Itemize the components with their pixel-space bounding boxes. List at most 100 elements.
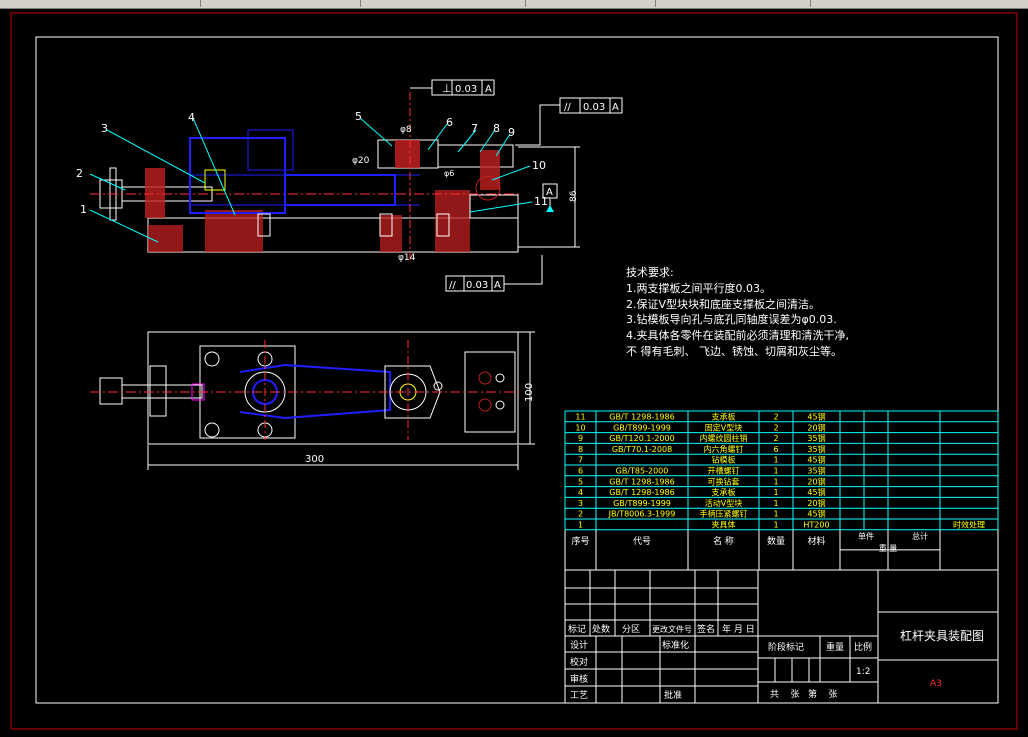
bom-cell-name: 夹具体 (712, 520, 736, 530)
dim-300: 300 (305, 454, 324, 465)
bom-cell-qty: 1 (773, 521, 778, 530)
notes-line: 2.保证V型块块和底座支撑板之间清洁。 (626, 297, 821, 311)
bom-header-code: 代号 (633, 536, 651, 547)
svg-text:4: 4 (188, 111, 195, 124)
gdt-parallel-top: // 0.03 A (515, 97, 623, 146)
toolbar-segment[interactable] (60, 0, 201, 7)
svg-text://: // (564, 102, 571, 113)
svg-text:6: 6 (446, 116, 453, 129)
notes-line: 1.两支撑板之间平行度0.03。 (626, 281, 771, 295)
svg-text:A: A (485, 84, 492, 95)
bom-table: 11 GB/T 1298-1986 支承板 2 45钢10 GB/T899-1999 固定V… (564, 410, 999, 571)
svg-text:0.03: 0.03 (455, 84, 477, 95)
bom-cell-mat: 45钢 (807, 509, 825, 519)
svg-text:校对: 校对 (570, 656, 588, 668)
bom-cell-mat: 20钢 (807, 498, 825, 508)
bom-cell-no: 9 (578, 434, 583, 443)
svg-text:设计: 设计 (570, 639, 588, 651)
svg-text:杠杆夹具装配图: 杠杆夹具装配图 (900, 628, 984, 643)
bom-cell-code: GB/T70.1-2008 (612, 445, 672, 454)
bom-cell-no: 3 (578, 499, 583, 508)
technical-notes: 技术要求: 1.两支撑板之间平行度0.03。 2.保证V型块块和底座支撑板之间清… (626, 265, 849, 360)
svg-text:比例: 比例 (854, 641, 872, 653)
svg-text:A: A (494, 280, 501, 291)
bom-cell-code: GB/T120.1-2000 (609, 434, 674, 443)
svg-text:A3: A3 (930, 679, 942, 689)
svg-text:3: 3 (101, 122, 108, 135)
svg-text:审核: 审核 (570, 673, 588, 685)
dim-86: 86 (569, 190, 579, 202)
bom-cell-no: 2 (578, 510, 583, 519)
bom-header-mat: 材料 (807, 535, 825, 547)
notes-line: 3.钻模板导向孔与底孔同轴度误差为φ0.03. (626, 313, 837, 327)
title-block-text: 标记 处数 分区 更改文件号 签名 年 月 日 设计 标准化 校对 审核 工艺 … (568, 623, 984, 701)
bom-cell-code: JB/T8006.3-1999 (608, 510, 676, 519)
toolbar-segment[interactable] (530, 0, 656, 7)
bom-header-no: 序号 (571, 535, 589, 547)
svg-text:年 月 日: 年 月 日 (722, 623, 755, 635)
bom-cell-mat: HT200 (803, 521, 829, 530)
bom-cell-note: 时效处理 (953, 520, 985, 530)
front-view (90, 92, 520, 262)
bom-cell-code: GB/T899-1999 (613, 499, 671, 508)
svg-text:重量: 重量 (826, 641, 844, 653)
bom-cell-mat: 20钢 (807, 476, 825, 486)
svg-text:工艺: 工艺 (570, 690, 588, 701)
dim-100: 100 (524, 383, 535, 402)
svg-text://: // (449, 280, 456, 291)
bom-cell-code: GB/T899-1999 (613, 423, 671, 432)
bom-cell-qty: 2 (773, 423, 778, 432)
svg-text:1: 1 (80, 203, 87, 216)
bom-cell-code: GB/T 1298-1986 (609, 413, 674, 422)
top-view (90, 331, 520, 445)
svg-text:A: A (612, 102, 619, 113)
bom-cell-name: 可换钻套 (708, 476, 740, 486)
svg-text:10: 10 (532, 159, 546, 172)
toolbar-segment[interactable] (365, 0, 526, 7)
toolbar-segment[interactable] (660, 0, 811, 7)
bom-cell-qty: 1 (773, 499, 778, 508)
bom-cell-no: 7 (578, 456, 583, 465)
svg-text:8: 8 (493, 122, 500, 135)
bom-cell-code: GB/T 1298-1986 (609, 488, 674, 497)
dim-d6: φ6 (444, 169, 454, 178)
bom-cell-name: 手柄压紧螺钉 (700, 509, 748, 519)
bom-header-name: 名 称 (713, 535, 734, 547)
bom-cell-mat: 45钢 (807, 455, 825, 465)
svg-text:7: 7 (471, 122, 478, 135)
bom-cell-qty: 2 (773, 434, 778, 443)
gdt-perp: ⊥ 0.03 A (410, 79, 495, 96)
drawing-canvas[interactable]: ⊥ 0.03 A // 0.03 A // 0.03 A A φ8 φ20 φ6… (0, 8, 1028, 733)
bom-cell-name: 支承板 (712, 412, 736, 422)
bom-cell-qty: 1 (773, 510, 778, 519)
bom-cell-code: GB/T85-2000 (616, 467, 669, 476)
bom-cell-qty: 1 (773, 477, 778, 486)
svg-text:9: 9 (508, 126, 515, 139)
bom-cell-qty: 6 (773, 445, 778, 454)
svg-text:1:2: 1:2 (856, 667, 870, 677)
svg-text:0.03: 0.03 (466, 280, 488, 291)
bom-cell-name: 支承板 (712, 487, 736, 497)
cad-drawing: ⊥ 0.03 A // 0.03 A // 0.03 A A φ8 φ20 φ6… (10, 12, 1018, 730)
svg-text:标记: 标记 (568, 623, 586, 635)
dim-d14: φ14 (398, 253, 416, 263)
svg-text:⊥: ⊥ (442, 82, 452, 95)
bom-header-total: 总计 (912, 531, 928, 541)
bom-cell-name: 内螺纹圆柱销 (700, 433, 748, 443)
bom-cell-qty: 1 (773, 467, 778, 476)
svg-text:签名: 签名 (697, 623, 715, 635)
toolbar-segment[interactable] (205, 0, 361, 7)
bom-cell-mat: 35钢 (807, 444, 825, 454)
bom-cell-mat: 35钢 (807, 433, 825, 443)
svg-text:更改文件号: 更改文件号 (652, 624, 692, 634)
bom-cell-qty: 1 (773, 456, 778, 465)
bom-cell-mat: 20钢 (807, 422, 825, 432)
bom-cell-code: GB/T 1298-1986 (609, 477, 674, 486)
bom-cell-no: 10 (575, 423, 585, 432)
bom-cell-no: 5 (578, 477, 583, 486)
svg-text:批准: 批准 (664, 689, 682, 701)
bom-cell-no: 4 (578, 488, 583, 497)
svg-text:标准化: 标准化 (662, 639, 689, 651)
svg-text:分区: 分区 (622, 624, 640, 635)
bom-cell-no: 8 (578, 445, 583, 454)
